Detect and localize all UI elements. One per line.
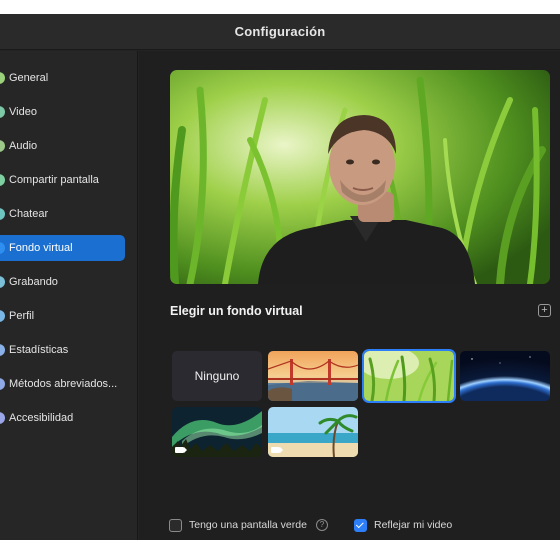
sidebar-item-chat[interactable]: Chatear	[0, 201, 125, 227]
settings-sidebar: General Video Audio Compartir pantalla C…	[0, 51, 138, 540]
camera-preview-image	[170, 70, 550, 284]
section-title: Elegir un fondo virtual	[170, 304, 303, 318]
record-icon	[0, 276, 5, 288]
background-thumb-aurora[interactable]	[172, 407, 262, 457]
background-thumb-grass[interactable]	[364, 351, 454, 401]
sidebar-item-label: Perfil	[9, 310, 35, 322]
sidebar-item-label: Video	[9, 106, 37, 118]
mirror-video-label: Reflejar mi video	[374, 519, 453, 531]
question-circle-icon[interactable]: ?	[315, 519, 328, 531]
accessibility-icon	[0, 412, 5, 424]
sidebar-item-recording[interactable]: Grabando	[0, 269, 125, 295]
grass-image	[364, 351, 454, 401]
settings-window: Configuración General Video Audio Compar…	[0, 14, 560, 540]
sidebar-item-label: Métodos abreviados...	[9, 378, 118, 390]
video-badge-icon	[271, 447, 283, 453]
sidebar-item-general[interactable]: General	[0, 65, 125, 91]
sidebar-item-label: General	[9, 72, 49, 84]
sidebar-item-shortcuts[interactable]: Métodos abreviados...	[0, 371, 125, 397]
green-screen-label: Tengo una pantalla verde	[189, 519, 307, 531]
sidebar-item-statistics[interactable]: Estadísticas	[0, 337, 125, 363]
sidebar-item-virtual-background[interactable]: Fondo virtual	[0, 235, 125, 261]
sidebar-item-label: Compartir pantalla	[9, 174, 99, 186]
sidebar-item-share-screen[interactable]: Compartir pantalla	[0, 167, 125, 193]
keyboard-icon	[0, 378, 5, 390]
thumb-label: Ninguno	[194, 369, 240, 383]
sidebar-item-audio[interactable]: Audio	[0, 133, 125, 159]
plus-square-icon[interactable]: +	[538, 304, 551, 317]
mirror-video-checkbox[interactable]	[354, 518, 367, 532]
chat-bubble-icon	[0, 208, 5, 220]
sidebar-item-label: Accesibilidad	[9, 412, 74, 424]
background-thumb-golden-gate[interactable]	[268, 351, 358, 401]
profile-icon	[0, 310, 5, 322]
background-thumb-none[interactable]: Ninguno	[172, 351, 262, 401]
window-title: Configuración	[234, 24, 326, 39]
statistics-icon	[0, 344, 5, 356]
gear-icon	[0, 72, 5, 84]
green-screen-checkbox[interactable]	[169, 518, 182, 532]
sidebar-item-label: Chatear	[9, 208, 49, 220]
headphones-icon	[0, 140, 5, 152]
background-thumb-earth[interactable]	[460, 351, 550, 401]
title-bar: Configuración	[0, 14, 560, 50]
sidebar-item-label: Grabando	[9, 276, 58, 288]
green-screen-option[interactable]: Tengo una pantalla verde ?	[169, 517, 328, 533]
sidebar-item-label: Audio	[9, 140, 38, 152]
golden-gate-image	[268, 351, 358, 401]
sidebar-item-label: Fondo virtual	[9, 242, 73, 254]
mirror-video-option[interactable]: Reflejar mi video	[354, 517, 452, 533]
background-thumb-beach[interactable]	[268, 407, 358, 457]
video-camera-icon	[0, 106, 5, 118]
sidebar-item-accessibility[interactable]: Accesibilidad	[0, 405, 125, 431]
sidebar-item-profile[interactable]: Perfil	[0, 303, 125, 329]
share-screen-icon	[0, 174, 5, 186]
earth-from-space-image	[460, 351, 550, 401]
sidebar-item-label: Estadísticas	[9, 344, 69, 356]
sidebar-item-video[interactable]: Video	[0, 99, 125, 125]
video-badge-icon	[175, 447, 187, 453]
person-background-icon	[0, 242, 5, 254]
virtual-background-panel: Elegir un fondo virtual + Ninguno Tengo …	[139, 51, 560, 540]
camera-preview	[170, 70, 550, 284]
